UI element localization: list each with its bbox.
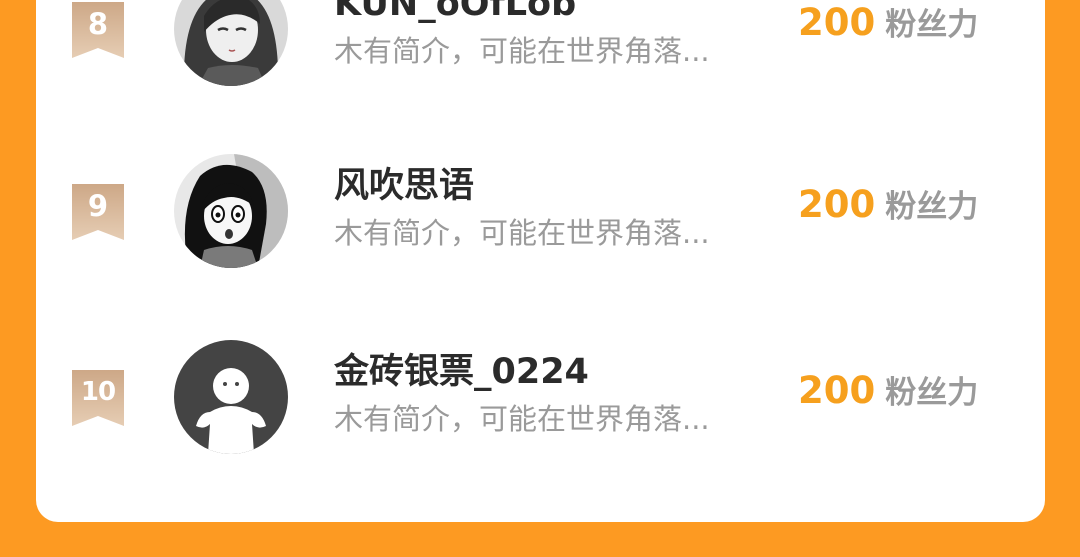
rank-number: 8 [87, 7, 109, 41]
score-value: 200 [798, 369, 876, 412]
user-bio: 木有简介，可能在世界角落... [334, 34, 710, 68]
leaderboard-row[interactable]: 10 金砖银票_0224 木有简介，可能在世界角落... 200 粉丝力 [36, 340, 1045, 500]
rank-number: 9 [87, 189, 109, 223]
user-avatar[interactable] [174, 340, 288, 454]
score-value: 200 [798, 183, 876, 226]
score-unit: 粉丝力 [885, 7, 979, 43]
leaderboard-row[interactable]: 8 KUN_oOfLob 木有简介，可能在世界角落... 200 粉丝力 [36, 0, 1045, 132]
anime-girl-avatar-icon [174, 0, 288, 86]
score-unit: 粉丝力 [885, 189, 979, 225]
user-name[interactable]: 金砖银票_0224 [334, 350, 589, 394]
fan-power-score: 200 粉丝力 [798, 0, 978, 53]
user-name[interactable]: 风吹思语 [334, 164, 474, 208]
score-unit: 粉丝力 [885, 375, 979, 411]
rank-badge: 8 [72, 2, 124, 58]
user-bio: 木有简介，可能在世界角落... [334, 402, 710, 436]
user-name[interactable]: KUN_oOfLob [334, 0, 576, 26]
user-bio: 木有简介，可能在世界角落... [334, 216, 710, 250]
leaderboard-card: 8 KUN_oOfLob 木有简介，可能在世界角落... 200 粉丝力 9 风… [36, 0, 1045, 522]
rank-number: 10 [80, 377, 116, 407]
default-user-avatar-icon [174, 340, 288, 454]
anime-character-avatar-icon [174, 154, 288, 268]
fan-power-score: 200 粉丝力 [798, 182, 978, 235]
score-value: 200 [798, 1, 876, 44]
rank-badge: 10 [72, 370, 124, 426]
user-avatar[interactable] [174, 0, 288, 86]
rank-badge: 9 [72, 184, 124, 240]
user-avatar[interactable] [174, 154, 288, 268]
fan-power-score: 200 粉丝力 [798, 368, 978, 421]
leaderboard-row[interactable]: 9 风吹思语 木有简介，可能在世界角落... 200 粉丝力 [36, 154, 1045, 314]
